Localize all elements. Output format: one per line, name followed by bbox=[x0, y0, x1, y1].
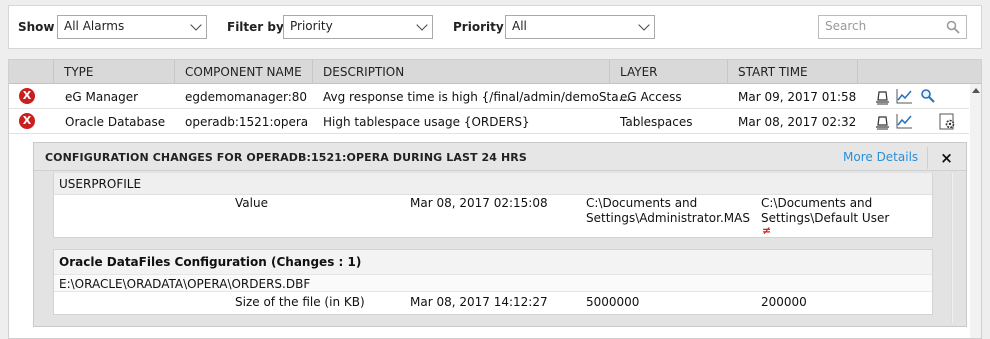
filter-by-select[interactable]: Priority bbox=[283, 15, 433, 39]
old-value: 5000000 bbox=[586, 295, 640, 309]
row-component[interactable]: egdemomanager:80 bbox=[185, 90, 307, 104]
row-layer: eG Access bbox=[620, 90, 682, 104]
config-gear-icon[interactable] bbox=[939, 113, 956, 130]
description-column-header[interactable]: DESCRIPTION bbox=[313, 60, 610, 84]
magnifier-icon[interactable] bbox=[919, 88, 936, 105]
bell-history-icon[interactable] bbox=[874, 88, 891, 105]
priority-label: Priority bbox=[453, 20, 504, 34]
filter-by-select-value: Priority bbox=[290, 19, 333, 33]
search-input[interactable]: Search bbox=[818, 15, 967, 39]
search-icon[interactable] bbox=[946, 20, 960, 34]
row-description: High tablespace usage {ORDERS} bbox=[323, 115, 530, 129]
config-changes-panel: CONFIGURATION CHANGES FOR OPERADB:1521:O… bbox=[33, 142, 967, 327]
panel-header: CONFIGURATION CHANGES FOR OPERADB:1521:O… bbox=[34, 143, 966, 171]
row-start-time: Mar 08, 2017 02:32 bbox=[738, 115, 857, 129]
show-select-value: All Alarms bbox=[64, 19, 125, 33]
search-placeholder: Search bbox=[825, 19, 867, 33]
chevron-down-icon bbox=[638, 19, 650, 31]
section-header-label: USERPROFILE bbox=[59, 177, 142, 191]
change-time: Mar 08, 2017 02:15:08 bbox=[410, 196, 548, 210]
graph-icon[interactable] bbox=[896, 113, 913, 130]
close-icon[interactable]: × bbox=[927, 147, 965, 169]
property-name: Size of the file (in KB) bbox=[235, 295, 365, 309]
graph-icon[interactable] bbox=[896, 88, 913, 105]
old-value-line2: Settings\Administrator.MAS bbox=[586, 211, 750, 225]
critical-severity-icon: X bbox=[19, 113, 35, 129]
bell-history-icon[interactable] bbox=[874, 113, 891, 130]
panel-scrollbar[interactable] bbox=[951, 173, 953, 323]
layer-column-header[interactable]: LAYER bbox=[610, 60, 728, 84]
not-equal-icon: ≠ bbox=[762, 224, 772, 237]
priority-select-value: All bbox=[512, 19, 527, 33]
row-type: eG Manager bbox=[65, 90, 139, 104]
chevron-down-icon bbox=[190, 19, 202, 31]
table-header: TYPE COMPONENT NAME DESCRIPTION LAYER ST… bbox=[9, 60, 981, 84]
type-column-header[interactable]: TYPE bbox=[54, 60, 175, 84]
component-column-header[interactable]: COMPONENT NAME bbox=[175, 60, 313, 84]
userprofile-section: USERPROFILE Value Mar 08, 2017 02:15:08 … bbox=[53, 173, 933, 238]
show-select[interactable]: All Alarms bbox=[57, 15, 207, 39]
priority-select[interactable]: All bbox=[505, 15, 655, 39]
file-path-row: E:\ORACLE\ORADATA\OPERA\ORDERS.DBF bbox=[54, 274, 932, 292]
chevron-down-icon bbox=[416, 19, 428, 31]
section-header: Oracle DataFiles Configuration (Changes … bbox=[54, 250, 932, 274]
file-path: E:\ORACLE\ORADATA\OPERA\ORDERS.DBF bbox=[59, 277, 311, 291]
row-component[interactable]: operadb:1521:opera bbox=[185, 115, 308, 129]
new-value-line2: Settings\Default User bbox=[761, 211, 890, 225]
row-description: Avg response time is high {/final/admin/… bbox=[323, 90, 631, 104]
alarm-window: Show All Alarms Filter by Priority Prior… bbox=[0, 0, 990, 339]
table-row[interactable]: X Oracle Database operadb:1521:opera Hig… bbox=[9, 109, 969, 134]
panel-content: USERPROFILE Value Mar 08, 2017 02:15:08 … bbox=[53, 173, 953, 323]
filter-bar: Show All Alarms Filter by Priority Prior… bbox=[8, 5, 982, 49]
new-value-line1: C:\Documents and bbox=[761, 196, 873, 210]
severity-column-header bbox=[9, 60, 54, 84]
actions-column-header bbox=[858, 60, 981, 84]
row-type: Oracle Database bbox=[65, 115, 166, 129]
panel-title: CONFIGURATION CHANGES FOR OPERADB:1521:O… bbox=[45, 151, 527, 164]
property-name: Value bbox=[235, 196, 268, 210]
table-row[interactable]: X eG Manager egdemomanager:80 Avg respon… bbox=[9, 84, 969, 109]
filter-by-label: Filter by bbox=[227, 20, 284, 34]
section-title: Oracle DataFiles Configuration (Changes … bbox=[59, 255, 362, 269]
row-layer: Tablespaces bbox=[620, 115, 693, 129]
change-time: Mar 08, 2017 14:12:27 bbox=[410, 295, 548, 309]
new-value: 200000 bbox=[761, 295, 807, 309]
show-label: Show bbox=[18, 20, 55, 34]
critical-severity-icon: X bbox=[19, 88, 35, 104]
old-value-line1: C:\Documents and bbox=[586, 196, 698, 210]
row-start-time: Mar 09, 2017 01:58 bbox=[738, 90, 857, 104]
more-details-link[interactable]: More Details bbox=[843, 150, 918, 164]
table-scrollbar[interactable] bbox=[970, 84, 981, 338]
section-header: USERPROFILE bbox=[54, 173, 932, 195]
start-time-column-header[interactable]: START TIME bbox=[728, 60, 858, 84]
oracle-datafiles-section: Oracle DataFiles Configuration (Changes … bbox=[53, 249, 933, 315]
scroll-up-arrow-icon[interactable] bbox=[972, 88, 980, 93]
